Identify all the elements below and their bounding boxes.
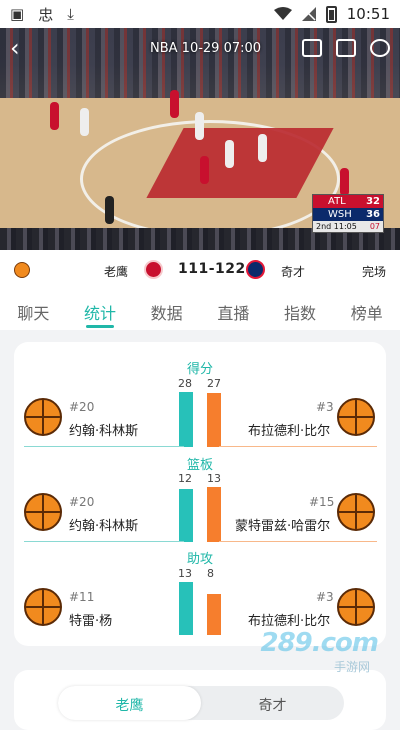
stat-bar-right (207, 487, 221, 542)
player-avatar[interactable] (337, 588, 375, 626)
player-number: #3 (316, 400, 334, 414)
stat-bar-left (179, 392, 193, 447)
scorebug-shot-clock: 07 (369, 222, 380, 231)
video-player[interactable]: ‹ NBA 10-29 07:00 ATL 32 WSH 36 2nd 11:0… (0, 28, 400, 250)
stat-title-assists: 助攻 (186, 552, 213, 567)
scorebug-row-wsh: WSH 36 (313, 208, 383, 221)
wifi-icon (273, 7, 292, 20)
cast-icon[interactable] (302, 39, 322, 57)
wizards-logo-icon (246, 260, 265, 279)
scorebug-team: ATL (328, 196, 346, 207)
player-avatar[interactable] (337, 398, 375, 436)
stat-right-value: 8 (207, 567, 214, 580)
divider (219, 446, 377, 447)
stat-bar-right (207, 594, 221, 635)
image-notification-icon: ▣ (10, 5, 25, 23)
stat-right-value: 27 (207, 377, 221, 390)
watermark-subtitle: 手游网 (333, 660, 370, 674)
download-icon: ⤓ (67, 5, 74, 23)
stat-left-value: 13 (178, 567, 192, 580)
stat-left-value: 28 (178, 377, 192, 390)
tab-chat[interactable]: 聊天 (0, 290, 67, 330)
video-player-figure (170, 90, 179, 118)
team-toggle: 老鹰 奇才 (58, 686, 344, 720)
video-player-figure (225, 140, 234, 168)
battery-icon (325, 5, 337, 23)
video-title: NBA 10-29 07:00 (150, 40, 262, 56)
leaders-card: 得分 28 27 #20 约翰·科林斯 #3 布拉德利·比尔 篮板 12 13 … (14, 342, 386, 646)
stat-bar-right (207, 393, 221, 447)
scorebug-clock: 2nd 11:05 07 (313, 221, 383, 232)
scorebug-period: 2nd 11:05 (316, 222, 357, 231)
home-team-name: 老鹰 (104, 265, 129, 279)
tab-odds[interactable]: 指数 (267, 290, 334, 330)
tab-bar: 聊天 统计 数据 直播 指数 榜单 (0, 290, 400, 330)
player-number: #20 (69, 400, 95, 414)
hawks-logo-icon (144, 260, 163, 279)
player-number: #20 (69, 495, 95, 509)
stat-title-points: 得分 (186, 362, 213, 377)
stat-title-rebounds: 篮板 (186, 458, 213, 473)
status-time: 10:51 (346, 5, 390, 23)
toggle-away-team[interactable]: 奇才 (201, 686, 344, 720)
stat-left-value: 12 (178, 472, 192, 485)
player-name[interactable]: 约翰·科林斯 (69, 515, 138, 534)
video-top-bar: ‹ NBA 10-29 07:00 (0, 28, 400, 68)
stat-bar-left (179, 582, 193, 635)
tab-live[interactable]: 直播 (200, 290, 267, 330)
stat-right-value: 13 (207, 472, 221, 485)
player-name[interactable]: 蒙特雷兹·哈雷尔 (235, 515, 330, 534)
toggle-home-team[interactable]: 老鹰 (58, 686, 201, 720)
player-avatar[interactable] (24, 493, 62, 531)
signal-icon (301, 7, 316, 21)
divider (24, 446, 184, 447)
video-player-figure (80, 108, 89, 136)
player-name[interactable]: 特雷·杨 (69, 610, 112, 629)
video-player-figure (200, 156, 209, 184)
scorebug-score: 32 (366, 196, 380, 207)
video-referee-figure (105, 196, 114, 224)
tab-stats[interactable]: 统计 (67, 290, 134, 330)
video-player-figure (50, 102, 59, 130)
stat-bar-left (179, 489, 193, 542)
player-number: #3 (316, 590, 334, 604)
match-bar: 老鹰 111-122 奇才 完场 (0, 250, 400, 290)
basketball-icon (14, 262, 30, 278)
scorebug-team: WSH (328, 209, 352, 220)
app-notification-icon: 忠 (38, 5, 54, 24)
back-arrow-icon[interactable]: ‹ (10, 34, 40, 62)
player-number: #15 (309, 495, 335, 509)
player-name[interactable]: 布拉德利·比尔 (248, 610, 330, 629)
final-score: 111-122 (178, 261, 246, 277)
player-avatar[interactable] (337, 493, 375, 531)
video-player-figure (258, 134, 267, 162)
player-number: #11 (69, 590, 95, 604)
divider (219, 541, 377, 542)
video-player-figure (195, 112, 204, 140)
player-avatar[interactable] (24, 398, 62, 436)
team-stats-card: 老鹰 奇才 (14, 670, 386, 730)
divider (24, 541, 184, 542)
player-name[interactable]: 约翰·科林斯 (69, 420, 138, 439)
player-avatar[interactable] (24, 588, 62, 626)
match-status: 完场 (361, 265, 386, 279)
scorebug: ATL 32 WSH 36 2nd 11:05 07 (312, 194, 384, 233)
scorebug-score: 36 (366, 209, 380, 220)
watermark-logo: 289.com (260, 628, 379, 658)
tab-data[interactable]: 数据 (133, 290, 200, 330)
away-team-name: 奇才 (281, 265, 306, 279)
video-player-figure (340, 168, 349, 196)
tab-rankings[interactable]: 榜单 (333, 290, 400, 330)
picture-in-picture-icon[interactable] (336, 39, 356, 57)
share-icon[interactable] (370, 39, 390, 57)
player-name[interactable]: 布拉德利·比尔 (248, 420, 330, 439)
status-bar: ▣ 忠 ⤓ 10:51 (0, 0, 400, 28)
scorebug-row-atl: ATL 32 (313, 195, 383, 208)
